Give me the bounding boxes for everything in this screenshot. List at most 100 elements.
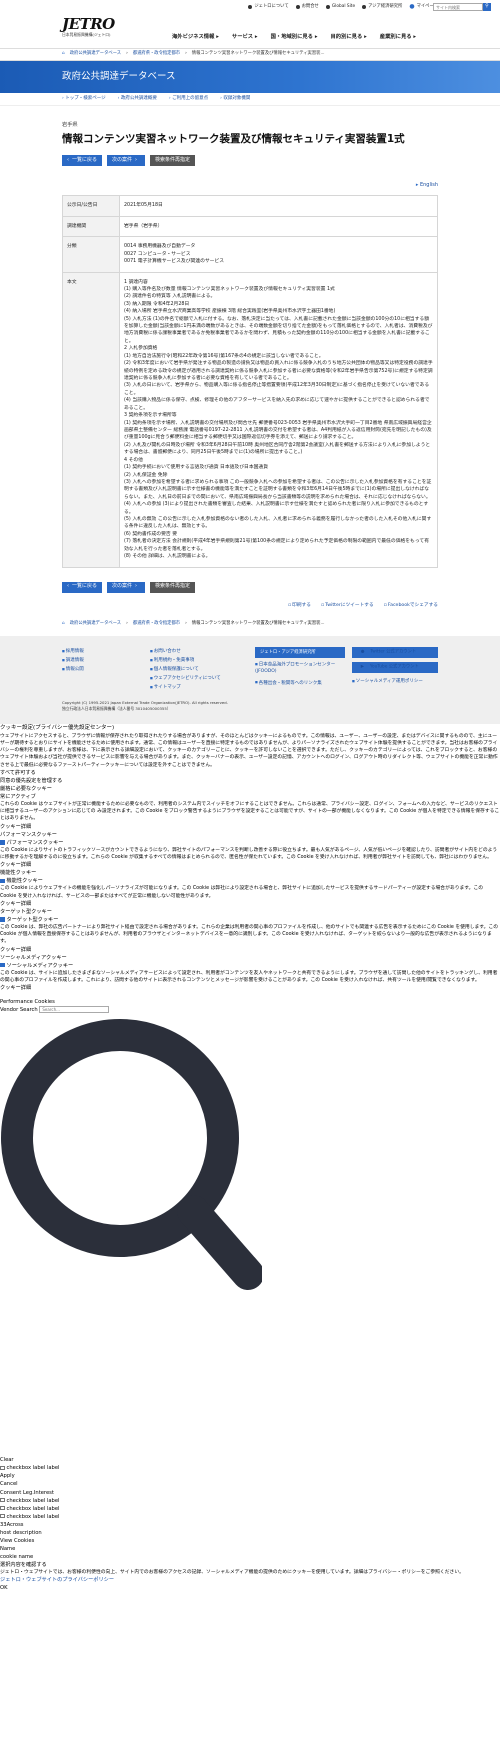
search-icon: ⚲ <box>485 3 489 10</box>
performance-cookie-title: パフォーマンスクッキー <box>0 831 57 838</box>
next-item-button[interactable]: 次の案件 › <box>107 581 146 593</box>
manage-consent-heading: 同意の優先設定を管理する <box>0 777 63 784</box>
footer-link-procurement[interactable]: 調達情報 <box>62 656 84 665</box>
footer-link-disclosure[interactable]: 情報公開 <box>62 665 84 674</box>
social-cookie-toggle[interactable]: ソーシャルメディアクッキー <box>0 962 500 970</box>
confirm-choices-button[interactable]: 選択内容を確認する <box>0 1561 500 1569</box>
twitter-share-link[interactable]: Twitterにツイートする <box>321 603 374 610</box>
checkbox[interactable] <box>0 1465 5 1471</box>
breadcrumb-link[interactable]: 都道府県・政令指定都市 <box>133 51 180 57</box>
breadcrumb-link[interactable]: 政府公共調達データベース <box>70 51 121 57</box>
checkbox[interactable] <box>0 1513 5 1519</box>
clear-button[interactable]: Clear <box>0 1456 500 1464</box>
footer-link-jfoodo[interactable]: 日本食品海外プロモーションセンター(JFOODO) <box>255 662 345 675</box>
twitter-account-button[interactable]: ●Twitter 公式アカウント <box>352 647 438 659</box>
targeting-cookie-desc: この Cookie は、弊社の広告パートナーにより弊社サイト経由で設定される場合… <box>0 924 499 945</box>
filter-checkbox[interactable]: checkbox label label <box>0 1513 500 1521</box>
footer-link-accessibility[interactable]: ウェブアクセシビリティについて <box>150 674 221 683</box>
gnav-by-industry[interactable]: 産業別に見る ▸ <box>380 34 416 42</box>
search-input[interactable] <box>433 3 483 11</box>
footer-link-social-policy[interactable]: ソーシャルメディア運用ポリシー <box>352 677 438 686</box>
util-link-ide[interactable]: アジア経済研究所 <box>362 4 402 10</box>
functional-cookie-desc: この Cookie によりウェブサイトの機能を強化しパーソナライズが可能になりま… <box>0 886 484 899</box>
allow-all-button[interactable]: すべて許可する <box>0 769 500 777</box>
youtube-account-button[interactable]: ▶YouTube 公式アカウント <box>352 662 438 674</box>
footer-link-links[interactable]: 各種出会・税関等へのリンク集 <box>255 679 345 688</box>
functional-cookie-toggle[interactable]: 機能性クッキー <box>0 877 500 885</box>
subnav-top-search[interactable]: トップ・検索ページ <box>62 96 105 103</box>
checkbox[interactable] <box>0 962 5 968</box>
filter-checkbox[interactable]: checkbox label label <box>0 1464 500 1472</box>
cookie-details-link[interactable]: クッキー詳細 <box>0 900 500 908</box>
util-link-contact[interactable]: お問合せ <box>295 4 319 10</box>
cookie-details-link[interactable]: クッキー詳細 <box>0 946 500 954</box>
button-label: 検索条件再指定 <box>155 157 191 164</box>
global-nav: 海外ビジネス情報 ▸ サービス ▸ 国・地域別に見る ▸ 目的別に見る ▸ 産業… <box>172 34 416 42</box>
chevron-left-icon: ‹ <box>67 157 69 164</box>
button-label: 次の案件 <box>112 157 133 164</box>
footer-link-contact[interactable]: お問い合わせ <box>150 647 221 656</box>
print-link[interactable]: 印刷する <box>288 603 311 610</box>
breadcrumb: ⌂ 政府公共調達データベース › 都道府県・政令指定都市 › 情報コンテンツ実習ネッ… <box>0 48 500 61</box>
cancel-button[interactable]: Cancel <box>0 1480 500 1488</box>
chevron-left-icon: ‹ <box>67 583 69 590</box>
jetro-logo[interactable]: JETRO 日本貿易振興機構(ジェトロ) <box>62 17 115 38</box>
footer-col-3: ジェトロ・アジア経済研究所 日本食品海外プロモーションセンター(JFOODO) … <box>255 647 345 687</box>
targeting-cookie-toggle[interactable]: ターゲット型クッキー <box>0 916 500 924</box>
checkbox[interactable] <box>0 917 5 922</box>
breadcrumb-link[interactable]: 政府公共調達データベース <box>70 621 121 627</box>
research-button[interactable]: 検索条件再指定 <box>150 155 196 167</box>
footer-link-sitemap[interactable]: サイトマップ <box>150 683 221 692</box>
privacy-policy-link[interactable]: ジェトロ・ウェブサイトのプライバシーポリシー <box>0 1577 114 1583</box>
footer-link-terms[interactable]: 利用規約・免責事項 <box>150 656 221 665</box>
home-icon[interactable]: ⌂ <box>62 51 65 57</box>
util-link-about[interactable]: ジェトロについて <box>248 4 289 10</box>
ok-button[interactable]: OK <box>0 1584 500 1592</box>
view-cookies-link[interactable]: View Cookies <box>0 1537 500 1545</box>
gnav-by-purpose[interactable]: 目的別に見る ▸ <box>330 34 366 42</box>
checkbox[interactable] <box>0 878 5 884</box>
subnav-agencies[interactable]: 収録対象機関 <box>220 96 250 103</box>
search-button[interactable]: ⚲ <box>483 3 491 11</box>
org-text: 独立行政法人日本貿易振興機構（法人番号 3010405000355） <box>62 706 171 712</box>
back-to-list-button[interactable]: ‹ 一覧に戻る <box>62 581 103 593</box>
breadcrumb-current: 情報コンテンツ実習ネットワーク装置及び情報セキュリティ実習装... <box>191 51 325 57</box>
back-to-list-button[interactable]: ‹ 一覧に戻る <box>62 155 103 167</box>
breadcrumb-separator: › <box>185 621 187 627</box>
search-icon <box>1 1019 262 1291</box>
next-item-button[interactable]: 次の案件 › <box>107 155 146 167</box>
ide-button[interactable]: ジェトロ・アジア経済研究所 <box>255 647 345 659</box>
filter-checkbox[interactable]: checkbox label label <box>0 1505 500 1513</box>
checkbox[interactable] <box>0 840 5 845</box>
footer-link-privacy[interactable]: 個人情報保護について <box>150 665 221 674</box>
footer-link-recruit[interactable]: 採用情報 <box>62 647 84 656</box>
table-row: 本文 1 調達内容 (1) 購入等件名及び数量 情報コンテンツ実習ネットワーク装置… <box>62 271 438 568</box>
apply-button[interactable]: Apply <box>0 1472 500 1480</box>
facebook-share-link[interactable]: Facebookでシェアする <box>384 603 438 610</box>
social-share: 印刷する Twitterにツイートする Facebookでシェアする <box>62 603 438 610</box>
cookie-details-link[interactable]: クッキー詳細 <box>0 823 500 831</box>
targeting-cookie-title: ターゲット型クッキー <box>0 908 52 915</box>
cookie-details-link[interactable]: クッキー詳細 <box>0 861 500 869</box>
home-icon[interactable]: ⌂ <box>62 621 65 627</box>
gnav-overseas-business[interactable]: 海外ビジネス情報 ▸ <box>172 34 219 42</box>
gnav-by-region[interactable]: 国・地域別に見る ▸ <box>271 34 318 42</box>
gnav-services[interactable]: サービス ▸ <box>232 34 258 42</box>
vendor-search-input[interactable] <box>39 1006 110 1014</box>
performance-cookie-toggle[interactable]: パフォーマンスクッキー <box>0 839 500 847</box>
subnav-notes[interactable]: ご利用上の留意点 <box>169 96 208 103</box>
performance-heading: Performance Cookies <box>0 999 55 1006</box>
chevron-right-icon: › <box>135 157 138 164</box>
breadcrumb-link[interactable]: 都道府県・政令指定都市 <box>133 621 180 627</box>
subnav-overview[interactable]: 政府公共調達概要 <box>118 96 157 103</box>
cookie-details-link[interactable]: クッキー詳細 <box>0 984 500 992</box>
checkbox[interactable] <box>0 1497 5 1503</box>
checkbox[interactable] <box>0 1505 5 1511</box>
util-link-global[interactable]: Global Site <box>325 4 355 10</box>
host-description: host description <box>0 1529 42 1536</box>
checkbox-label: checkbox label label <box>6 1513 60 1520</box>
research-button[interactable]: 検索条件再指定 <box>150 581 196 593</box>
cookie-preference-center: クッキー設定(プライバシー優先設定センター) ウェブサイトにアクセスすると、ブラ… <box>0 724 500 1592</box>
english-link[interactable]: English <box>62 182 438 189</box>
filter-checkbox[interactable]: checkbox label label <box>0 1497 500 1505</box>
